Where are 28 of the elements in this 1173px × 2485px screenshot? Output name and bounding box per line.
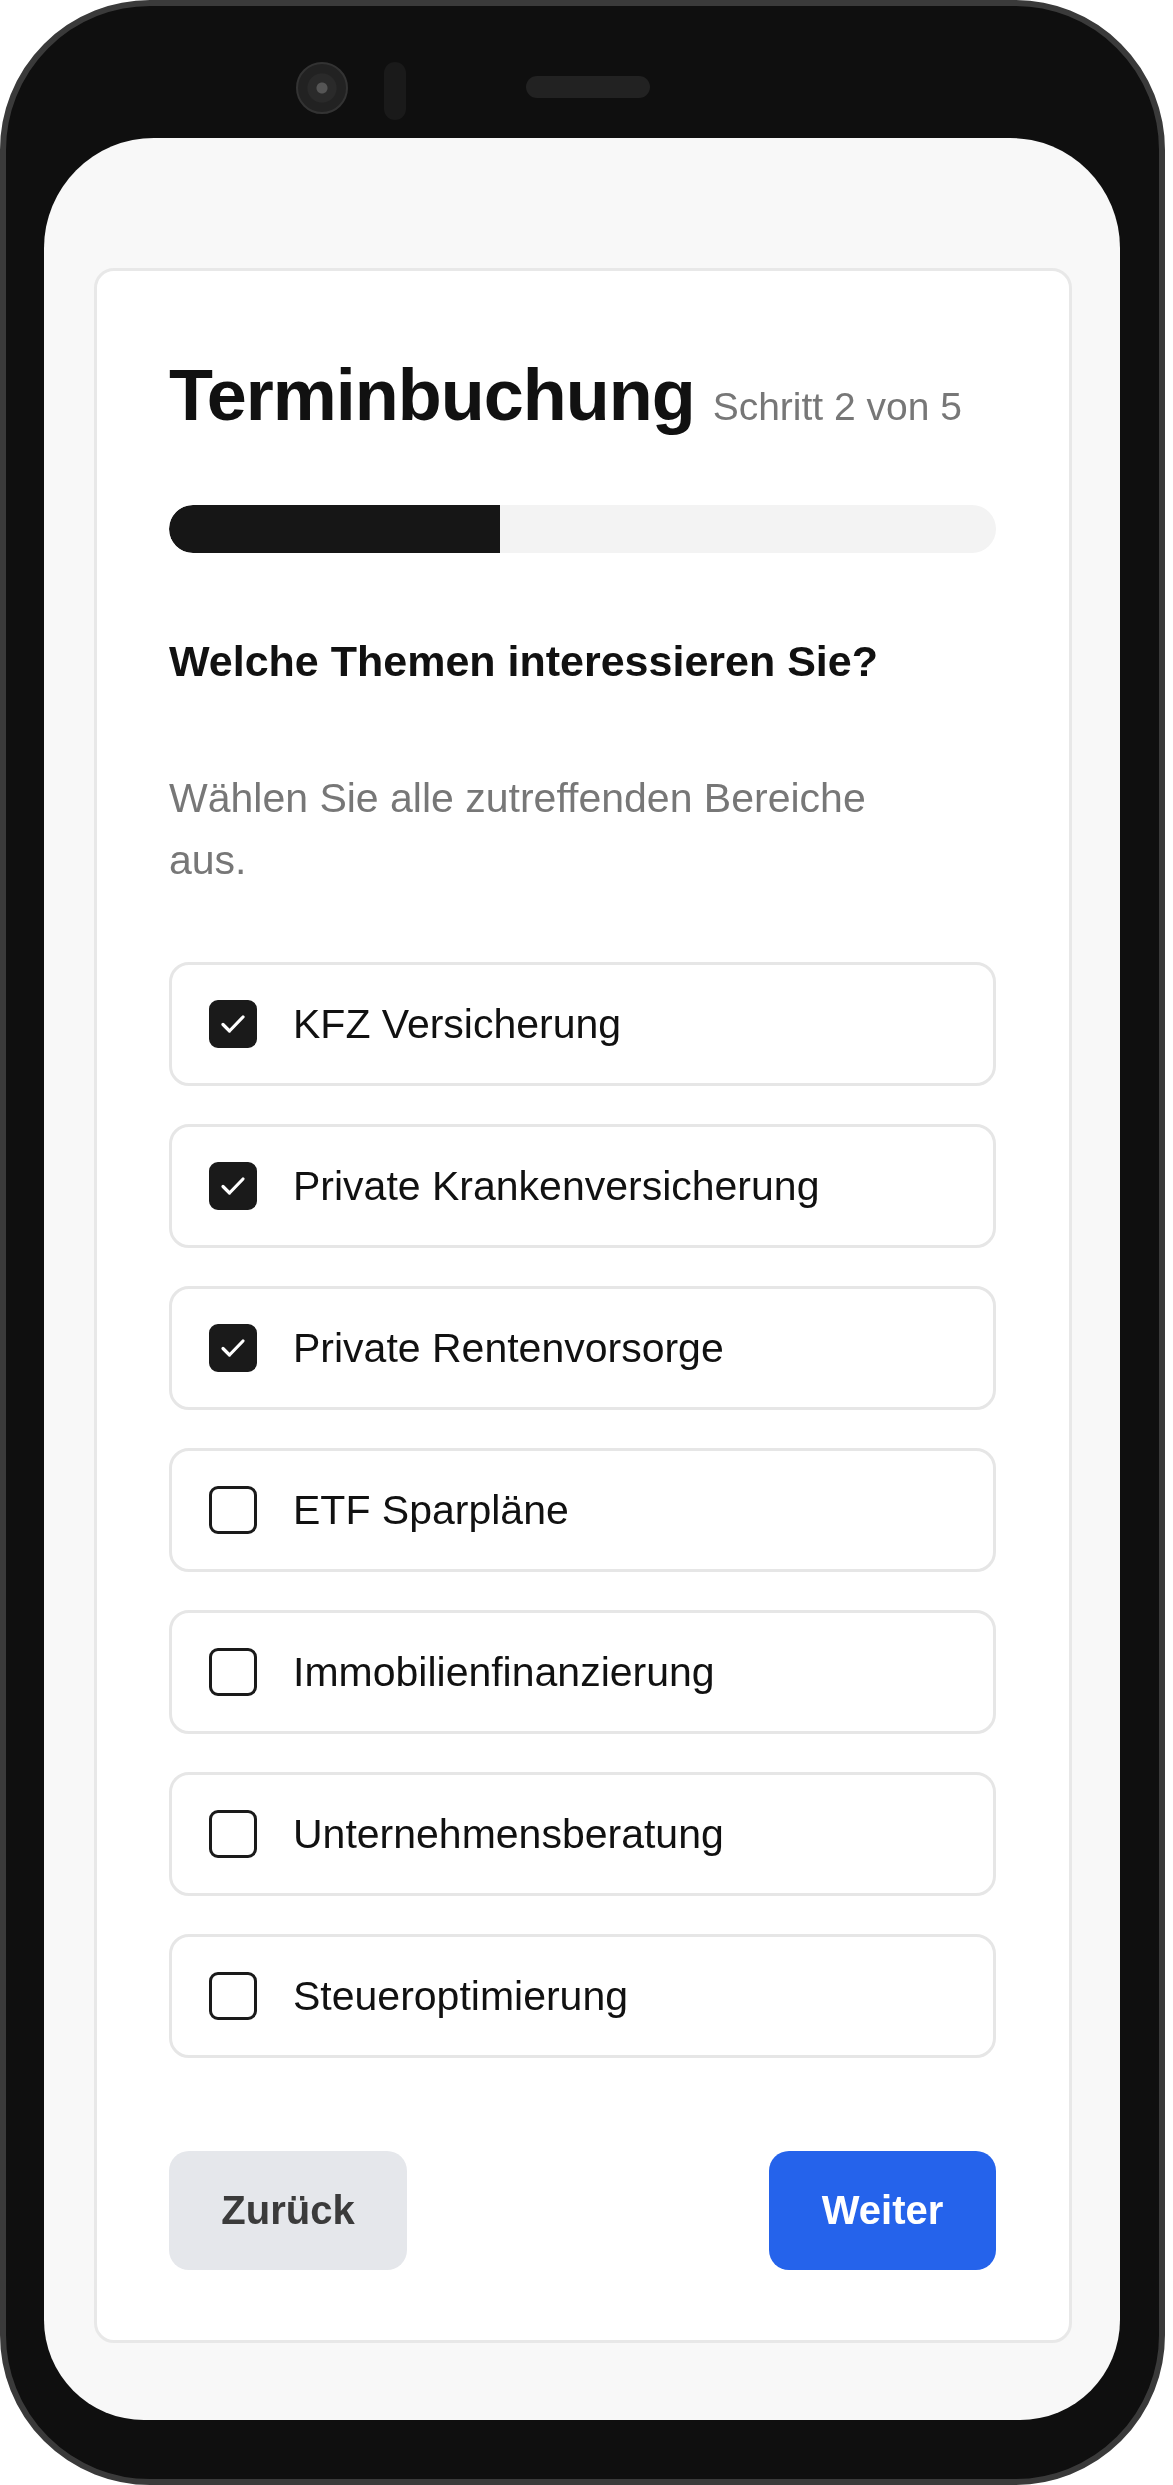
topic-option[interactable]: Private Rentenvorsorge	[169, 1286, 996, 1410]
checkbox[interactable]	[209, 1648, 257, 1696]
instruction-text: Wählen Sie alle zutreffenden Bereiche aus.	[169, 774, 867, 885]
checkbox[interactable]	[209, 1000, 257, 1048]
topic-option[interactable]: Immobilienfinanzierung	[169, 1610, 996, 1734]
page-title: Terminbuchung	[169, 355, 695, 435]
back-button[interactable]: Zurück	[169, 2151, 407, 2270]
topic-option[interactable]: Private Krankenversicherung	[169, 1124, 996, 1248]
checkbox[interactable]	[209, 1486, 257, 1534]
step-indicator: Schritt 2 von 5	[712, 385, 962, 429]
option-label: KFZ Versicherung	[293, 1000, 622, 1048]
checkbox[interactable]	[209, 1162, 257, 1210]
question-heading: Welche Themen interessieren Sie?	[169, 636, 879, 687]
checkbox[interactable]	[209, 1972, 257, 2020]
topic-option[interactable]: Steueroptimierung	[169, 1934, 996, 2058]
option-label: Private Rentenvorsorge	[293, 1324, 724, 1372]
option-label: Private Krankenversicherung	[293, 1162, 820, 1210]
checkbox[interactable]	[209, 1810, 257, 1858]
camera-icon	[296, 62, 348, 114]
option-label: Immobilienfinanzierung	[293, 1648, 715, 1696]
option-label: Unternehmensberatung	[293, 1810, 724, 1858]
next-button[interactable]: Weiter	[769, 2151, 996, 2270]
option-label: ETF Sparpläne	[293, 1486, 569, 1534]
topic-option[interactable]: KFZ Versicherung	[169, 962, 996, 1086]
checkbox[interactable]	[209, 1324, 257, 1372]
topic-option[interactable]: Unternehmensberatung	[169, 1772, 996, 1896]
option-label: Steueroptimierung	[293, 1972, 629, 2020]
topic-option[interactable]: ETF Sparpläne	[169, 1448, 996, 1572]
